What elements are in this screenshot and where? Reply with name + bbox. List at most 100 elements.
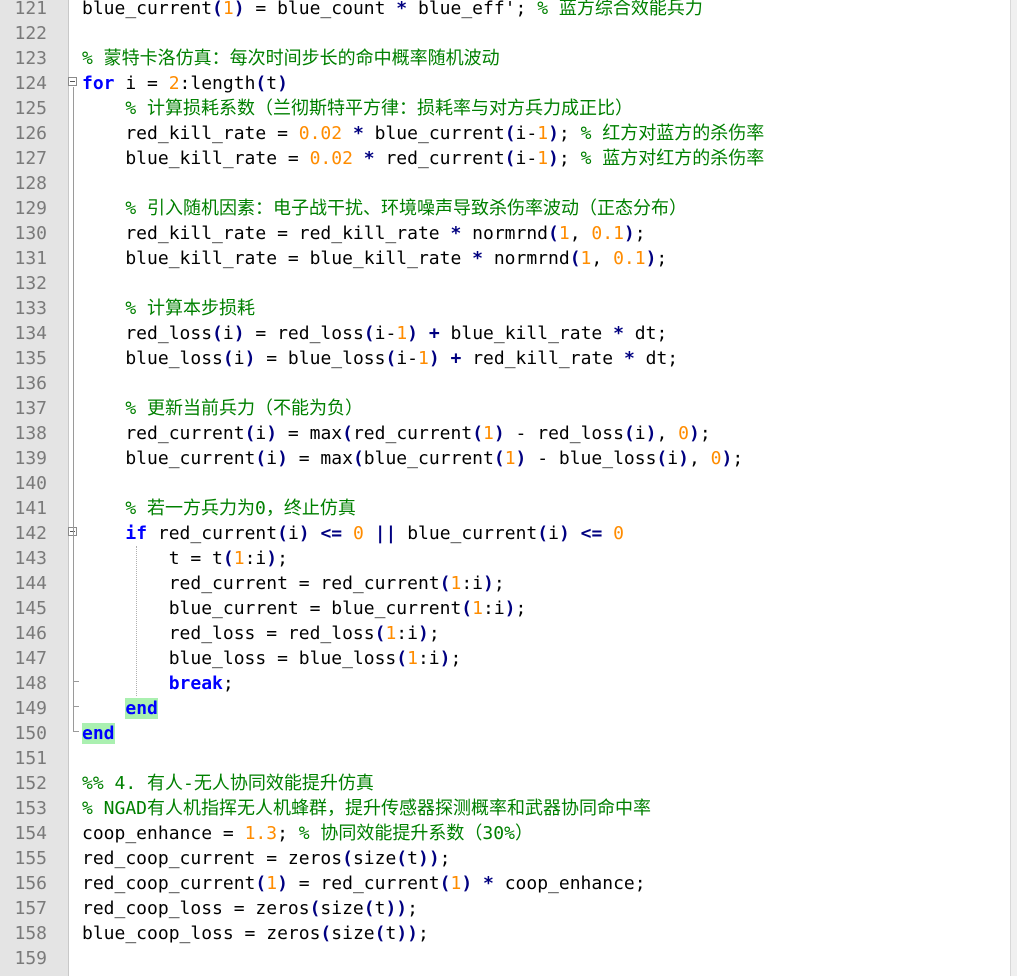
line-number: 139 xyxy=(14,448,47,469)
code-token: , xyxy=(688,448,711,469)
code-editor[interactable]: 121 blue_current(1) = blue_count * blue_e… xyxy=(0,0,1017,976)
code-line[interactable]: 145 blue_current = blue_current(1:i); xyxy=(0,596,1010,621)
code-line[interactable]: 127 blue_kill_rate = 0.02 * red_current(… xyxy=(0,146,1010,171)
code-line[interactable]: 156 red_coop_current(1) = red_current(1) … xyxy=(0,871,1010,896)
code-line[interactable]: 141 % 若一方兵力为0，终止仿真 xyxy=(0,496,1010,521)
code-token: blue_coop_loss = zeros xyxy=(82,923,321,944)
code-token: ) xyxy=(266,548,278,569)
code-token: * xyxy=(352,123,364,144)
code-line[interactable]: 126 red_kill_rate = 0.02 * blue_current(… xyxy=(0,121,1010,146)
code-token: ( xyxy=(569,248,581,269)
code-line[interactable]: 125 % 计算损耗系数（兰彻斯特平方律：损耗率与对方兵力成正比） xyxy=(0,96,1010,121)
line-number: 155 xyxy=(14,848,47,869)
code-line[interactable]: 134 red_loss(i) = red_loss(i-1) + blue_k… xyxy=(0,321,1010,346)
fold-end-marker xyxy=(73,706,79,707)
code-line[interactable]: 158 blue_coop_loss = zeros(size(t)); xyxy=(0,921,1010,946)
code-token: dt; xyxy=(623,323,668,344)
code-token: i xyxy=(667,448,679,469)
code-line[interactable]: 147 blue_loss = blue_loss(1:i); xyxy=(0,646,1010,671)
line-number: 133 xyxy=(14,298,47,319)
code-token: 1 xyxy=(472,598,483,619)
code-token: :i xyxy=(482,598,505,619)
code-token: 1 xyxy=(222,0,234,19)
code-text: break; xyxy=(82,671,234,696)
code-token: 0.1 xyxy=(613,248,646,269)
code-token: ( xyxy=(548,223,559,244)
code-line[interactable]: 129 % 引入随机因素：电子战干扰、环境噪声导致杀伤率波动（正态分布） xyxy=(0,196,1010,221)
code-token: i xyxy=(634,423,646,444)
code-token: :i xyxy=(396,623,418,644)
code-text: % 引入随机因素：电子战干扰、环境噪声导致杀伤率波动（正态分布） xyxy=(82,196,687,221)
code-token: 1 xyxy=(483,423,494,444)
code-text: red_current = red_current(1:i); xyxy=(82,571,505,596)
code-token: ) xyxy=(689,423,700,444)
code-line[interactable]: 130 red_kill_rate = red_kill_rate * norm… xyxy=(0,221,1010,246)
code-comment: % 蓝方对红方的杀伤率 xyxy=(569,148,765,169)
code-line[interactable]: 131 blue_kill_rate = blue_kill_rate * no… xyxy=(0,246,1010,271)
vertical-scrollbar[interactable] xyxy=(1010,0,1017,976)
code-token: blue_loss xyxy=(82,348,223,369)
code-comment: %% 4. 有人-无人协同效能提升仿真 xyxy=(82,773,374,794)
code-token: i xyxy=(222,323,234,344)
fold-toggle-icon[interactable] xyxy=(68,77,77,86)
code-line[interactable]: 152 %% 4. 有人-无人协同效能提升仿真 xyxy=(0,771,1010,796)
code-token: ( xyxy=(352,448,364,469)
code-line[interactable]: 149 end xyxy=(0,696,1010,721)
code-line[interactable]: 132 xyxy=(0,271,1010,296)
code-line[interactable]: 143 t = t(1:i); xyxy=(0,546,1010,571)
code-token: i xyxy=(233,348,245,369)
code-line[interactable]: 136 xyxy=(0,371,1010,396)
line-number: 141 xyxy=(14,498,47,519)
line-number: 121 xyxy=(14,0,47,19)
code-line[interactable]: 157 red_coop_loss = zeros(size(t)); xyxy=(0,896,1010,921)
code-line[interactable]: 155 red_coop_current = zeros(size(t)); xyxy=(0,846,1010,871)
code-token: 1 xyxy=(580,248,592,269)
code-token: = red_current xyxy=(287,873,440,894)
line-number: 157 xyxy=(14,898,47,919)
code-token: normrnd xyxy=(482,248,570,269)
code-token: :i xyxy=(244,548,267,569)
line-number: 126 xyxy=(14,123,47,144)
code-token: ; xyxy=(439,848,451,869)
code-token: ( xyxy=(374,923,386,944)
code-comment: % 蓝方综合效能兵力 xyxy=(526,0,703,19)
code-line[interactable]: 151 xyxy=(0,746,1010,771)
code-line[interactable]: 150 end xyxy=(0,721,1010,746)
code-line[interactable]: 146 red_loss = red_loss(1:i); xyxy=(0,621,1010,646)
code-token: t xyxy=(266,73,278,94)
code-token: ) xyxy=(266,423,278,444)
code-line[interactable]: 123 % 蒙特卡洛仿真：每次时间步长的命中概率随机波动 xyxy=(0,46,1010,71)
code-line[interactable]: 139 blue_current(i) = max(blue_current(1… xyxy=(0,446,1010,471)
code-token: blue_current xyxy=(82,0,213,19)
code-line[interactable]: 153 % NGAD有人机指挥无人机蜂群，提升传感器探测概率和武器协同命中率 xyxy=(0,796,1010,821)
code-text: coop_enhance = 1.3; % 协同效能提升系数（30%） xyxy=(82,821,533,846)
code-token: ) xyxy=(428,348,440,369)
code-line[interactable]: 122 xyxy=(0,21,1010,46)
code-line[interactable]: 135 blue_loss(i) = blue_loss(i-1) + red_… xyxy=(0,346,1010,371)
code-line[interactable]: 121 blue_current(1) = blue_count * blue_e… xyxy=(0,0,1010,21)
code-token: t xyxy=(385,923,397,944)
code-token: ( xyxy=(255,73,267,94)
code-comment: % 红方对蓝方的杀伤率 xyxy=(569,123,765,144)
code-line[interactable]: 154 coop_enhance = 1.3; % 协同效能提升系数（30%） xyxy=(0,821,1010,846)
code-line[interactable]: 128 xyxy=(0,171,1010,196)
code-token: coop_enhance = xyxy=(82,823,245,844)
code-line[interactable]: 159 xyxy=(0,946,1010,971)
code-line[interactable]: 140 xyxy=(0,471,1010,496)
code-line[interactable]: 137 % 更新当前兵力（不能为负） xyxy=(0,396,1010,421)
code-token: * xyxy=(483,873,494,894)
code-token: 1 xyxy=(558,223,570,244)
code-token: red_loss xyxy=(82,323,213,344)
code-line[interactable]: 148 break; xyxy=(0,671,1010,696)
code-comment: % 若一方兵力为0，终止仿真 xyxy=(125,498,356,519)
code-line[interactable]: 142 if red_current(i) <= 0 || blue_curre… xyxy=(0,521,1010,546)
code-token: = max xyxy=(287,448,353,469)
code-token: end xyxy=(125,698,158,719)
code-line[interactable]: 124 for i = 2:length(t) xyxy=(0,71,1010,96)
code-line[interactable]: 138 red_current(i) = max(red_current(1) … xyxy=(0,421,1010,446)
code-line[interactable]: 133 % 计算本步损耗 xyxy=(0,296,1010,321)
code-line[interactable]: 144 red_current = red_current(1:i); xyxy=(0,571,1010,596)
code-text: %% 4. 有人-无人协同效能提升仿真 xyxy=(82,771,374,796)
